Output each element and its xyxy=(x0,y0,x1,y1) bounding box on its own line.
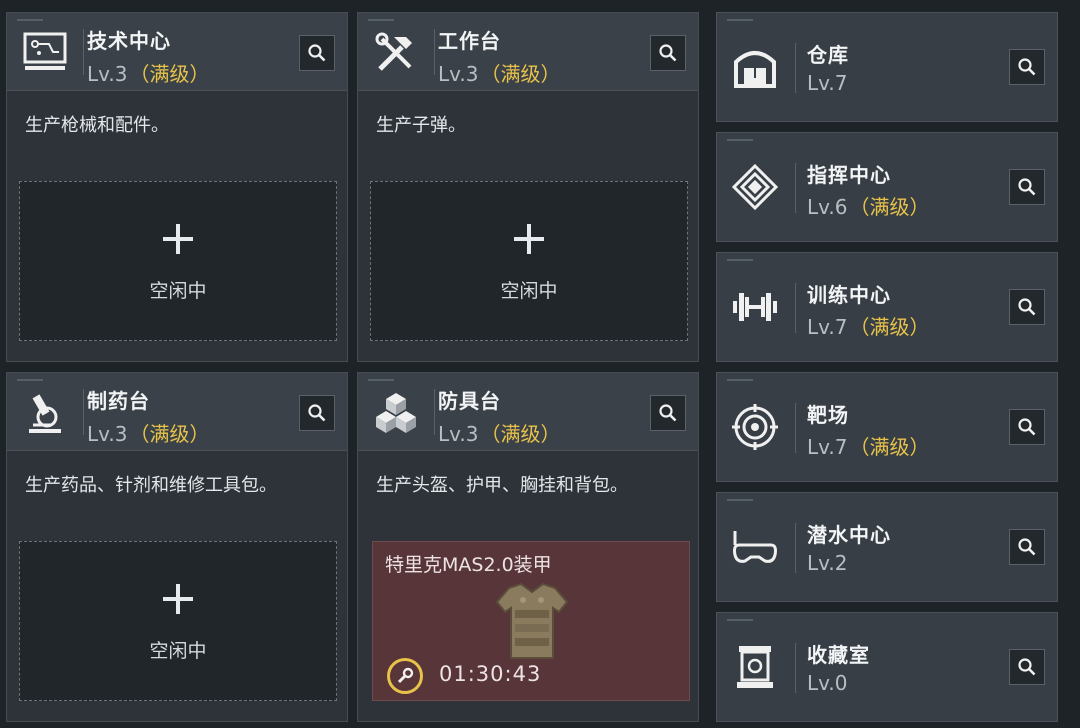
search-icon xyxy=(1018,418,1036,436)
facility-title: 制药台 xyxy=(87,389,150,413)
plus-icon xyxy=(514,224,544,254)
search-button[interactable] xyxy=(650,35,686,71)
search-icon xyxy=(308,44,326,62)
tools-icon xyxy=(370,27,422,79)
production-slot-active[interactable]: 特里克MAS2.0装甲 01:30:43 xyxy=(372,541,690,701)
facility-title: 技术中心 xyxy=(87,29,171,53)
card-header: 工作台 Lv.3 （满级） xyxy=(358,13,698,91)
facility-card-tech-center[interactable]: 技术中心 Lv.3 （满级） 生产枪械和配件。 空闲中 xyxy=(6,12,348,362)
armor-vest-image xyxy=(491,580,573,664)
facility-title: 防具台 xyxy=(438,389,501,413)
blocks-icon xyxy=(370,387,422,439)
warehouse-icon xyxy=(729,41,781,93)
search-button[interactable] xyxy=(1009,649,1045,685)
facility-card-shooting-range[interactable]: 靶场 Lv.7 （满级） xyxy=(716,372,1058,482)
slot-status: 空闲中 xyxy=(149,640,207,662)
search-icon xyxy=(1018,298,1036,316)
dumbbell-icon xyxy=(729,281,781,333)
chip-icon xyxy=(729,161,781,213)
max-level-badge: （满级） xyxy=(849,315,930,339)
facility-card-armory[interactable]: 防具台 Lv.3 （满级） 生产头盔、护甲、胸挂和背包。 特里克MAS2.0装甲 … xyxy=(357,372,699,722)
max-level-badge: （满级） xyxy=(129,62,210,86)
search-button[interactable] xyxy=(650,395,686,431)
facility-card-collection-room[interactable]: 收藏室 Lv.0 xyxy=(716,612,1058,722)
facility-level: Lv.3 （满级） xyxy=(87,422,210,446)
max-level-badge: （满级） xyxy=(480,422,561,446)
production-slot-empty[interactable]: 空闲中 xyxy=(370,181,688,341)
plus-icon xyxy=(163,584,193,614)
facility-title: 工作台 xyxy=(438,29,501,53)
search-icon xyxy=(308,404,326,422)
display-case-icon xyxy=(729,641,781,693)
search-icon xyxy=(659,404,677,422)
facility-level: Lv.6 （满级） xyxy=(807,195,930,219)
search-button[interactable] xyxy=(1009,169,1045,205)
facility-level: Lv.0 xyxy=(807,671,848,695)
monitor-icon xyxy=(19,27,71,79)
search-icon xyxy=(1018,58,1036,76)
facility-level: Lv.3 （满级） xyxy=(438,62,561,86)
search-button[interactable] xyxy=(299,35,335,71)
max-level-badge: （满级） xyxy=(129,422,210,446)
facility-title: 靶场 xyxy=(807,403,849,427)
production-timer: 01:30:43 xyxy=(439,662,542,686)
facility-level: Lv.7 （满级） xyxy=(807,435,930,459)
facility-card-pharmacy[interactable]: 制药台 Lv.3 （满级） 生产药品、针剂和维修工具包。 空闲中 xyxy=(6,372,348,722)
facility-title: 潜水中心 xyxy=(807,523,891,547)
facility-level: Lv.3 （满级） xyxy=(438,422,561,446)
search-button[interactable] xyxy=(1009,409,1045,445)
facility-level: Lv.2 xyxy=(807,551,848,575)
facility-title: 指挥中心 xyxy=(807,163,891,187)
production-slot-empty[interactable]: 空闲中 xyxy=(19,541,337,701)
production-slot-empty[interactable]: 空闲中 xyxy=(19,181,337,341)
search-button[interactable] xyxy=(1009,529,1045,565)
facility-title: 收藏室 xyxy=(807,643,870,667)
diving-mask-icon xyxy=(729,521,781,573)
microscope-icon xyxy=(19,387,71,439)
card-header: 技术中心 Lv.3 （满级） xyxy=(7,13,347,91)
facility-level: Lv.7 xyxy=(807,71,848,95)
search-icon xyxy=(659,44,677,62)
max-level-badge: （满级） xyxy=(849,435,930,459)
search-icon xyxy=(1018,538,1036,556)
max-level-badge: （满级） xyxy=(849,195,930,219)
facility-card-training-center[interactable]: 训练中心 Lv.7 （满级） xyxy=(716,252,1058,362)
slot-status: 空闲中 xyxy=(149,280,207,302)
facility-card-command-center[interactable]: 指挥中心 Lv.6 （满级） xyxy=(716,132,1058,242)
search-icon xyxy=(1018,658,1036,676)
facility-title: 训练中心 xyxy=(807,283,891,307)
facility-card-warehouse[interactable]: 仓库 Lv.7 xyxy=(716,12,1058,122)
facility-description: 生产药品、针剂和维修工具包。 xyxy=(25,475,277,496)
card-header: 防具台 Lv.3 （满级） xyxy=(358,373,698,451)
search-button[interactable] xyxy=(1009,49,1045,85)
plus-icon xyxy=(163,224,193,254)
facility-card-diving-center[interactable]: 潜水中心 Lv.2 xyxy=(716,492,1058,602)
facility-description: 生产头盔、护甲、胸挂和背包。 xyxy=(376,475,628,496)
search-icon xyxy=(1018,178,1036,196)
facility-description: 生产子弹。 xyxy=(376,115,466,136)
target-icon xyxy=(729,401,781,453)
facility-level: Lv.7 （满级） xyxy=(807,315,930,339)
facility-title: 仓库 xyxy=(807,43,849,67)
facility-description: 生产枪械和配件。 xyxy=(25,115,169,136)
search-button[interactable] xyxy=(299,395,335,431)
facility-card-workbench[interactable]: 工作台 Lv.3 （满级） 生产子弹。 空闲中 xyxy=(357,12,699,362)
wrench-timer-icon xyxy=(387,658,423,694)
slot-status: 空闲中 xyxy=(500,280,558,302)
max-level-badge: （满级） xyxy=(480,62,561,86)
facility-level: Lv.3 （满级） xyxy=(87,62,210,86)
production-item-name: 特里克MAS2.0装甲 xyxy=(385,554,552,576)
search-button[interactable] xyxy=(1009,289,1045,325)
card-header: 制药台 Lv.3 （满级） xyxy=(7,373,347,451)
